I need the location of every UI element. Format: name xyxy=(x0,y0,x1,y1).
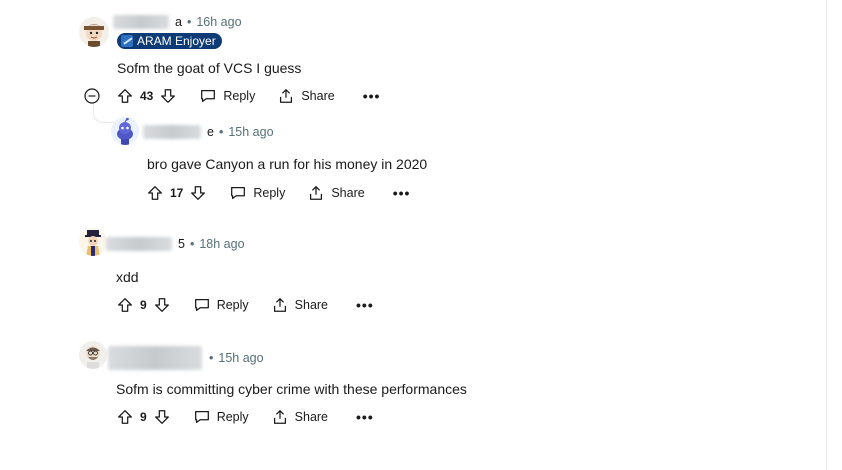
timestamp[interactable]: 16h ago xyxy=(196,15,241,29)
username-suffix: e xyxy=(207,125,214,139)
reply-label: Reply xyxy=(216,410,249,424)
vote-group: 17 xyxy=(146,184,207,202)
username-redacted[interactable] xyxy=(143,125,201,139)
comment-meta: • 15h ago xyxy=(108,346,264,370)
downvote-icon[interactable] xyxy=(153,408,171,426)
more-icon[interactable]: ••• xyxy=(356,410,374,424)
collapse-icon[interactable] xyxy=(84,88,100,104)
vote-group: 9 xyxy=(116,408,171,426)
username-redacted[interactable] xyxy=(106,237,172,251)
comment-text: bro gave Canyon a run for his money in 2… xyxy=(147,156,428,172)
share-icon xyxy=(273,298,286,312)
username-suffix: a xyxy=(175,15,182,29)
vote-group: 9 xyxy=(116,296,171,314)
reply-label: Reply xyxy=(253,186,286,200)
share-label: Share xyxy=(301,89,335,103)
upvote-icon[interactable] xyxy=(116,408,134,426)
comment-actions: 9 Reply Share ••• xyxy=(116,296,374,314)
upvote-icon[interactable] xyxy=(116,87,134,105)
comment-meta: a • 16h ago xyxy=(113,15,242,29)
share-label: Share xyxy=(294,410,329,424)
comment-text: xdd xyxy=(116,269,139,285)
separator-dot: • xyxy=(218,125,224,139)
comment-actions: 9 Reply Share ••• xyxy=(116,408,374,426)
downvote-icon[interactable] xyxy=(159,87,177,105)
reply-icon xyxy=(194,410,209,424)
username-suffix: 5 xyxy=(178,237,185,251)
more-icon[interactable]: ••• xyxy=(393,186,411,200)
downvote-icon[interactable] xyxy=(153,296,171,314)
reply-icon xyxy=(231,186,246,200)
vote-count: 9 xyxy=(140,298,147,312)
avatar[interactable] xyxy=(79,17,109,47)
vote-count: 9 xyxy=(140,410,147,424)
reply-label: Reply xyxy=(223,89,256,103)
share-button[interactable]: Share xyxy=(307,184,365,202)
username-redacted[interactable] xyxy=(108,346,202,370)
avatar[interactable] xyxy=(79,341,107,369)
timestamp[interactable]: 15h ago xyxy=(218,351,263,365)
share-label: Share xyxy=(331,186,365,200)
reply-button[interactable]: Reply xyxy=(229,184,285,202)
reply-button[interactable]: Reply xyxy=(193,296,249,314)
flair-icon xyxy=(121,35,133,47)
comment-meta: 5 • 18h ago xyxy=(106,237,245,251)
comment-actions: 17 Reply Share ••• xyxy=(146,184,410,202)
reply-icon xyxy=(194,298,209,312)
comment-text: Sofm the goat of VCS I guess xyxy=(117,60,302,76)
more-icon[interactable]: ••• xyxy=(356,298,374,312)
reply-label: Reply xyxy=(216,298,249,312)
downvote-icon[interactable] xyxy=(189,184,207,202)
vote-count: 43 xyxy=(140,89,154,103)
share-icon xyxy=(310,186,323,200)
upvote-icon[interactable] xyxy=(116,296,134,314)
share-button[interactable]: Share xyxy=(277,87,335,105)
share-icon xyxy=(273,410,286,424)
vote-group: 43 xyxy=(116,87,177,105)
comment-meta: e • 15h ago xyxy=(143,125,274,139)
username-redacted[interactable] xyxy=(113,15,169,29)
timestamp[interactable]: 18h ago xyxy=(199,237,244,251)
share-icon xyxy=(280,89,293,103)
comment-text: Sofm is committing cyber crime with thes… xyxy=(116,381,467,397)
flair-label: ARAM Enjoyer xyxy=(137,34,216,48)
vote-count: 17 xyxy=(170,186,184,200)
reply-button[interactable]: Reply xyxy=(193,408,249,426)
timestamp[interactable]: 15h ago xyxy=(228,125,273,139)
thread-line xyxy=(93,104,114,123)
upvote-icon[interactable] xyxy=(146,184,164,202)
scroll-divider xyxy=(826,0,827,470)
reply-button[interactable]: Reply xyxy=(199,87,255,105)
share-button[interactable]: Share xyxy=(271,408,328,426)
share-button[interactable]: Share xyxy=(271,296,328,314)
more-icon[interactable]: ••• xyxy=(363,89,381,103)
comment-actions: 43 Reply Share ••• xyxy=(116,87,380,105)
share-label: Share xyxy=(294,298,329,312)
separator-dot: • xyxy=(189,237,195,251)
separator-dot: • xyxy=(209,351,214,365)
avatar[interactable] xyxy=(79,228,107,256)
user-flair: ARAM Enjoyer xyxy=(117,33,222,49)
avatar[interactable] xyxy=(111,117,139,145)
reply-icon xyxy=(201,89,216,103)
separator-dot: • xyxy=(186,15,192,29)
